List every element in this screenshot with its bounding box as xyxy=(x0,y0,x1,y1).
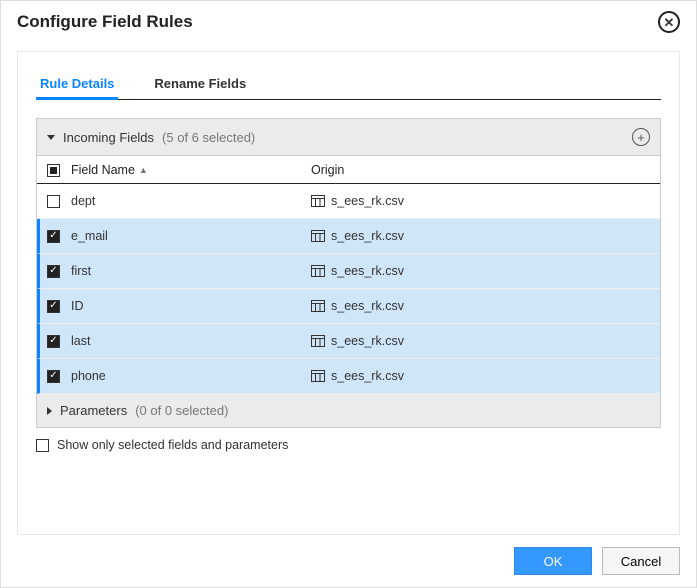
origin-cell: s_ees_rk.csv xyxy=(311,264,650,278)
table-icon xyxy=(311,230,325,242)
content-panel: Rule Details Rename Fields Incoming Fiel… xyxy=(17,51,680,535)
cancel-button[interactable]: Cancel xyxy=(602,547,680,575)
row-checkbox[interactable]: ✓ xyxy=(47,335,60,348)
table-row[interactable]: ✓ first s_ees_rk.csv xyxy=(37,254,660,289)
origin-text: s_ees_rk.csv xyxy=(331,194,404,208)
column-header-field-name[interactable]: Field Name ▲ xyxy=(71,163,311,177)
origin-text: s_ees_rk.csv xyxy=(331,299,404,313)
row-checkbox[interactable]: ✓ xyxy=(47,370,60,383)
select-all-cell xyxy=(47,164,71,177)
table-row[interactable]: ✓ ID s_ees_rk.csv xyxy=(37,289,660,324)
table-icon xyxy=(311,335,325,347)
tab-rule-details[interactable]: Rule Details xyxy=(36,70,118,99)
table-row[interactable]: ✓ last s_ees_rk.csv xyxy=(37,324,660,359)
table-row[interactable]: ✓ e_mail s_ees_rk.csv xyxy=(37,219,660,254)
tab-rename-fields[interactable]: Rename Fields xyxy=(150,70,250,99)
table-header-row: Field Name ▲ Origin xyxy=(37,156,660,184)
parameters-title: Parameters xyxy=(60,403,127,418)
field-name-cell: ID xyxy=(71,299,311,313)
incoming-fields-count: (5 of 6 selected) xyxy=(162,130,255,145)
field-name-cell: dept xyxy=(71,194,311,208)
origin-cell: s_ees_rk.csv xyxy=(311,334,650,348)
show-only-selected-row: Show only selected fields and parameters xyxy=(36,438,661,452)
plus-icon: + xyxy=(637,131,645,144)
row-checkbox-cell: ✓ xyxy=(47,370,71,383)
row-checkbox[interactable]: ✓ xyxy=(47,300,60,313)
close-icon: ✕ xyxy=(664,16,675,29)
table-row[interactable]: dept s_ees_rk.csv xyxy=(37,184,660,219)
fields-table: Field Name ▲ Origin dept s_ees_rk.csv ✓ e_m… xyxy=(36,156,661,394)
ok-button[interactable]: OK xyxy=(514,547,592,575)
parameters-header[interactable]: Parameters (0 of 0 selected) xyxy=(36,394,661,428)
show-only-selected-checkbox[interactable] xyxy=(36,439,49,452)
tabs: Rule Details Rename Fields xyxy=(36,70,661,100)
table-icon xyxy=(311,300,325,312)
origin-text: s_ees_rk.csv xyxy=(331,264,404,278)
origin-cell: s_ees_rk.csv xyxy=(311,194,650,208)
sort-asc-icon: ▲ xyxy=(139,165,148,175)
configure-field-rules-dialog: Configure Field Rules ✕ Rule Details Ren… xyxy=(0,0,697,588)
column-header-origin[interactable]: Origin xyxy=(311,163,650,177)
origin-cell: s_ees_rk.csv xyxy=(311,229,650,243)
row-checkbox-cell xyxy=(47,195,71,208)
row-checkbox-cell: ✓ xyxy=(47,300,71,313)
dialog-body: Rule Details Rename Fields Incoming Fiel… xyxy=(1,43,696,535)
table-row[interactable]: ✓ phone s_ees_rk.csv xyxy=(37,359,660,394)
origin-text: s_ees_rk.csv xyxy=(331,229,404,243)
origin-cell: s_ees_rk.csv xyxy=(311,369,650,383)
incoming-fields-title: Incoming Fields xyxy=(63,130,154,145)
field-name-cell: first xyxy=(71,264,311,278)
table-icon xyxy=(311,195,325,207)
row-checkbox-cell: ✓ xyxy=(47,265,71,278)
row-checkbox[interactable]: ✓ xyxy=(47,265,60,278)
expand-icon xyxy=(47,407,52,415)
origin-cell: s_ees_rk.csv xyxy=(311,299,650,313)
column-header-field-name-label: Field Name xyxy=(71,163,135,177)
field-name-cell: last xyxy=(71,334,311,348)
origin-text: s_ees_rk.csv xyxy=(331,334,404,348)
field-name-cell: e_mail xyxy=(71,229,311,243)
row-checkbox-cell: ✓ xyxy=(47,230,71,243)
dialog-footer: OK Cancel xyxy=(1,535,696,587)
show-only-selected-label: Show only selected fields and parameters xyxy=(57,438,288,452)
parameters-count: (0 of 0 selected) xyxy=(135,403,228,418)
row-checkbox[interactable] xyxy=(47,195,60,208)
incoming-fields-header[interactable]: Incoming Fields (5 of 6 selected) + xyxy=(36,118,661,156)
collapse-icon xyxy=(47,135,55,140)
origin-text: s_ees_rk.csv xyxy=(331,369,404,383)
row-checkbox[interactable]: ✓ xyxy=(47,230,60,243)
row-checkbox-cell: ✓ xyxy=(47,335,71,348)
dialog-title: Configure Field Rules xyxy=(17,12,193,32)
add-field-rule-button[interactable]: + xyxy=(632,128,650,146)
dialog-header: Configure Field Rules ✕ xyxy=(1,1,696,43)
field-name-cell: phone xyxy=(71,369,311,383)
close-button[interactable]: ✕ xyxy=(658,11,680,33)
select-all-checkbox[interactable] xyxy=(47,164,60,177)
table-icon xyxy=(311,370,325,382)
table-icon xyxy=(311,265,325,277)
